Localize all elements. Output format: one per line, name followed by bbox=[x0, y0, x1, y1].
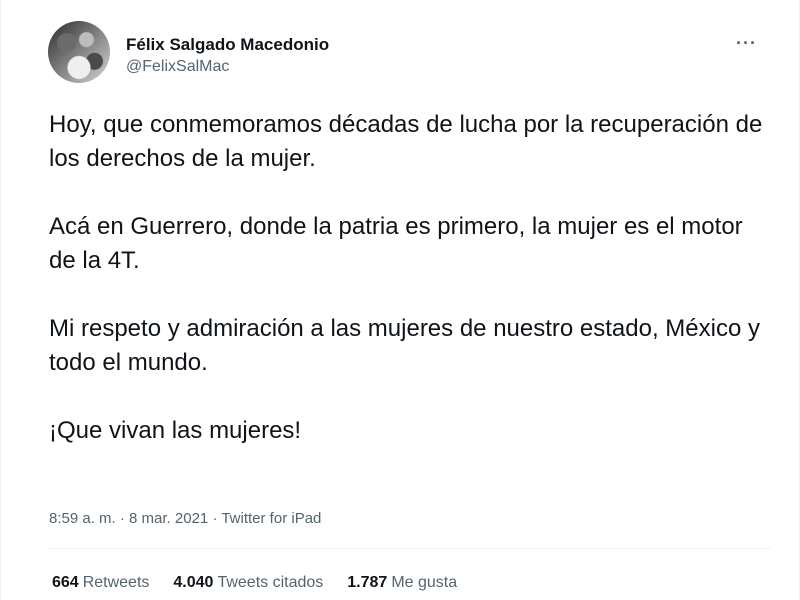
tweet-paragraph: Mi respeto y admiración a las mujeres de… bbox=[49, 315, 760, 376]
quotes-stat[interactable]: 4.040 Tweets citados bbox=[173, 574, 323, 592]
divider bbox=[49, 548, 771, 549]
tweet-stats: 664 Retweets 4.040 Tweets citados 1.787 Me … bbox=[52, 574, 457, 592]
retweets-label: Retweets bbox=[82, 574, 150, 591]
quotes-count: 4.040 bbox=[173, 574, 214, 591]
tweet-card: Félix Salgado Macedonio @FelixSalMac ···… bbox=[0, 0, 800, 600]
meta-separator: · bbox=[212, 510, 218, 527]
tweet-date[interactable]: 8 mar. 2021 bbox=[129, 510, 208, 527]
tweet-header: Félix Salgado Macedonio @FelixSalMac ··· bbox=[48, 21, 779, 85]
avatar[interactable] bbox=[48, 21, 110, 83]
likes-stat[interactable]: 1.787 Me gusta bbox=[347, 574, 457, 592]
author-handle[interactable]: @FelixSalMac bbox=[126, 57, 329, 77]
quotes-label: Tweets citados bbox=[217, 574, 324, 591]
likes-label: Me gusta bbox=[391, 574, 458, 591]
tweet-paragraph: ¡Que vivan las mujeres! bbox=[49, 417, 302, 444]
tweet-time[interactable]: 8:59 a. m. bbox=[49, 510, 116, 527]
tweet-paragraph: Acá en Guerrero, donde la patria es prim… bbox=[49, 213, 743, 274]
author-names: Félix Salgado Macedonio @FelixSalMac bbox=[126, 34, 329, 77]
likes-count: 1.787 bbox=[347, 574, 388, 591]
retweets-stat[interactable]: 664 Retweets bbox=[52, 574, 149, 592]
tweet-paragraph: Hoy, que conmemoramos décadas de lucha p… bbox=[49, 111, 763, 172]
meta-separator: · bbox=[119, 510, 125, 527]
tweet-text: Hoy, que conmemoramos décadas de lucha p… bbox=[49, 108, 769, 482]
author-display-name[interactable]: Félix Salgado Macedonio bbox=[126, 34, 329, 55]
ellipsis-icon[interactable]: ··· bbox=[736, 33, 757, 54]
retweets-count: 664 bbox=[52, 574, 79, 591]
tweet-source[interactable]: Twitter for iPad bbox=[221, 510, 321, 527]
tweet-meta: 8:59 a. m. · 8 mar. 2021 · Twitter for i… bbox=[49, 510, 321, 527]
